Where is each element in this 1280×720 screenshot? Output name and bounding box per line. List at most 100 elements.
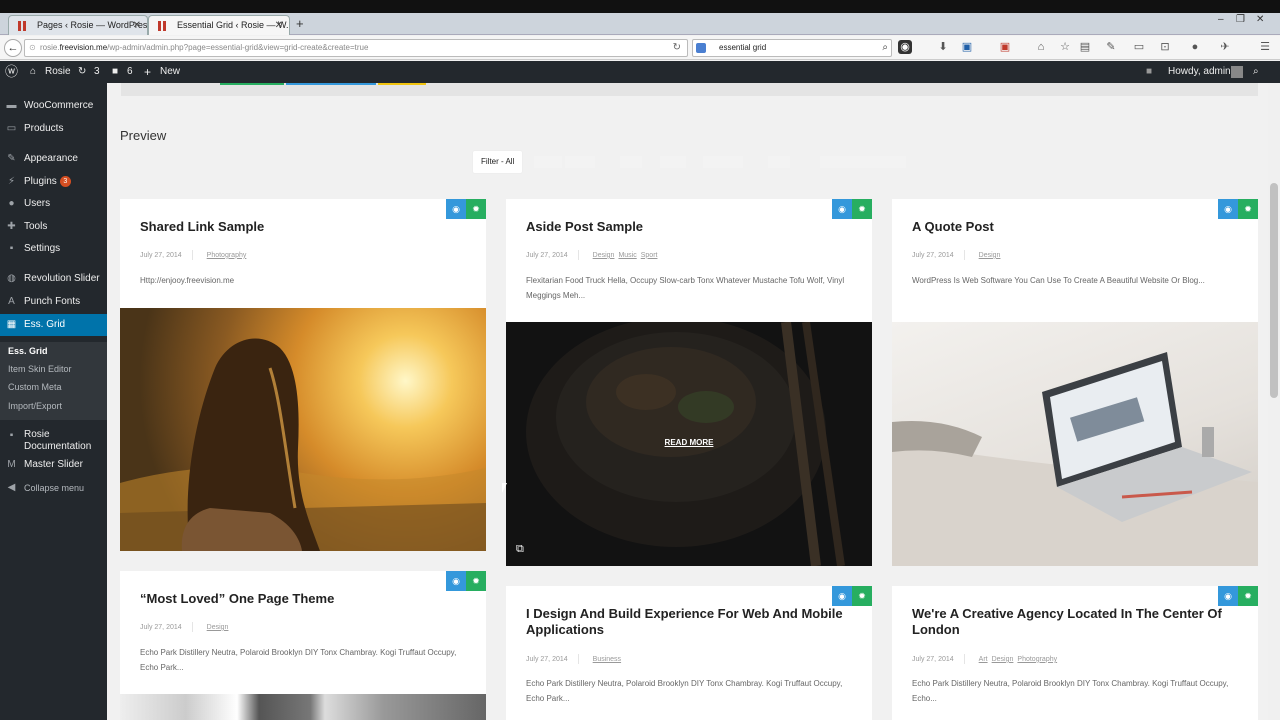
submenu-ess-grid[interactable]: Ess. Grid [8,346,48,356]
card-category[interactable]: Design [207,624,229,631]
card-category[interactable]: Business [593,656,621,663]
search-value: essential grid [719,43,767,52]
close-tab-icon[interactable]: ✕ [133,16,141,35]
scrollbar-thumb[interactable] [1270,183,1278,398]
address-bar[interactable]: ⊙ rosie.freevision.me/wp-admin/admin.php… [24,39,688,57]
card-title[interactable]: “Most Loved” One Page Theme [140,591,460,607]
card-category[interactable]: Photography [207,252,247,259]
close-tab-icon[interactable]: ✕ [275,16,283,35]
page-scrollbar[interactable] [1268,83,1280,720]
sidebar-item-ess-grid[interactable]: ▦ Ess. Grid [0,314,107,336]
notification-icon[interactable]: ■ [1146,61,1152,83]
search-icon[interactable]: ⌕ [1253,61,1259,83]
share-icon[interactable]: ✈ [1218,40,1232,54]
comments-icon[interactable]: ■ [112,61,118,83]
plus-icon[interactable]: + [144,61,151,83]
browser-search-input[interactable]: essential grid ⌕ [692,39,892,57]
clipboard-icon[interactable]: ▤ [1078,40,1092,54]
card-title[interactable]: Shared Link Sample [140,219,460,235]
read-more-link[interactable]: READ MORE [506,438,872,447]
gear-icon[interactable]: ✹ [1238,586,1258,606]
restore-icon[interactable]: ❐ [1236,14,1245,25]
howdy-user[interactable]: Howdy, admin [1168,61,1231,83]
card-title[interactable]: I Design And Build Experience For Web An… [526,606,866,638]
collapse-menu-button[interactable]: ◀ Collapse menu [0,477,107,499]
grid-item-card[interactable]: We're A Creative Agency Located In The C… [892,586,1258,720]
site-name[interactable]: Rosie [45,61,71,83]
submenu-import-export[interactable]: Import/Export [8,401,62,411]
browser-tab-essential-grid[interactable]: Essential Grid ‹ Rosie — W... ✕ [148,15,290,35]
screenshot-icon[interactable]: ⊡ [1158,40,1172,54]
download-icon[interactable]: ⬇ [936,40,950,54]
new-content-link[interactable]: New [160,61,180,83]
card-title[interactable]: A Quote Post [912,219,1232,235]
new-tab-icon[interactable]: + [296,16,304,31]
card-category[interactable]: Design [979,252,1001,259]
card-category[interactable]: Sport [641,252,658,259]
tools-icon[interactable]: ✎ [1104,40,1118,54]
eye-icon[interactable]: ◉ [1218,586,1238,606]
external-link-icon[interactable]: ⧉ [516,543,524,556]
sidebar-item-punch-fonts[interactable]: A Punch Fonts [0,291,107,313]
card-image-theme[interactable] [120,694,486,720]
back-arrow-icon[interactable]: ← [4,39,22,57]
menu-icon[interactable]: ☰ [1258,40,1272,54]
updates-icon[interactable]: ↻ [78,61,86,83]
sidebar-item-tools[interactable]: ✚ Tools [0,216,107,238]
save-icon[interactable]: ▣ [960,40,974,54]
home-icon[interactable]: ⌂ [1034,40,1048,54]
bookmark-star-icon[interactable]: ☆ [1058,40,1072,54]
filter-all-button[interactable]: Filter - All [473,151,523,173]
window-icon[interactable]: ▭ [1132,40,1146,54]
card-category[interactable]: Design [593,252,615,259]
browser-tab-pages[interactable]: Pages ‹ Rosie — WordPress ✕ [8,15,148,35]
sidebar-item-woocommerce[interactable]: ▬ WooCommerce [0,95,107,117]
wordpress-logo-icon[interactable]: ⓦ [5,61,18,83]
eye-icon[interactable]: ◉ [446,199,466,219]
sidebar-item-settings[interactable]: ▪ Settings [0,238,107,260]
avatar[interactable] [1231,66,1243,78]
grid-item-card[interactable]: I Design And Build Experience For Web An… [506,586,872,720]
updates-count[interactable]: 3 [94,61,100,83]
eye-icon[interactable]: ◉ [446,571,466,591]
sidebar-item-appearance[interactable]: ✎ Appearance [0,148,107,170]
site-home-icon[interactable]: ⌂ [30,61,36,83]
sidebar-item-users[interactable]: ● Users [0,193,107,215]
extension-icon[interactable]: ● [1188,40,1202,54]
eye-icon[interactable]: ◉ [832,586,852,606]
eye-icon[interactable]: ◉ [832,199,852,219]
reload-icon[interactable]: ↻ [673,40,681,56]
card-image-girl-in-field[interactable] [120,308,486,551]
gear-icon[interactable]: ✹ [852,199,872,219]
sidebar-item-master-slider[interactable]: M Master Slider [0,454,107,476]
gear-icon[interactable]: ✹ [466,571,486,591]
card-title[interactable]: We're A Creative Agency Located In The C… [912,606,1252,638]
sidebar-item-rosie-documentation[interactable]: ▪ Rosie Documentation [0,426,107,456]
gear-icon[interactable]: ✹ [1238,199,1258,219]
grid-item-card[interactable]: “Most Loved” One Page Theme July 27, 201… [120,571,486,720]
eye-icon[interactable]: ◉ [1218,199,1238,219]
close-window-icon[interactable]: ✕ [1256,14,1264,25]
card-category[interactable]: Design [992,656,1014,663]
grid-item-card[interactable]: Aside Post Sample July 27, 2014 Design Mus… [506,199,872,566]
minimize-icon[interactable]: ‒ [1218,14,1224,25]
sidebar-item-products[interactable]: ▭ Products [0,118,107,140]
grid-item-card[interactable]: Shared Link Sample July 27, 2014 Photogra… [120,199,486,551]
submenu-custom-meta[interactable]: Custom Meta [8,382,62,392]
gear-icon[interactable]: ✹ [852,586,872,606]
comments-count[interactable]: 6 [127,61,133,83]
card-image-laptop-desk[interactable] [892,322,1258,566]
search-icon[interactable]: ⌕ [882,40,888,56]
addon-icon[interactable]: ▣ [998,40,1012,54]
card-category[interactable]: Photography [1017,656,1057,663]
grid-item-card[interactable]: A Quote Post July 27, 2014 Design WordPre… [892,199,1258,566]
reader-icon[interactable]: ◉ [898,40,912,54]
gear-icon[interactable]: ✹ [466,199,486,219]
card-title[interactable]: Aside Post Sample [526,219,846,235]
card-category[interactable]: Art [979,656,988,663]
card-category[interactable]: Music [618,252,636,259]
sidebar-item-plugins[interactable]: ⚡ Plugins 3 [0,171,107,193]
submenu-item-skin-editor[interactable]: Item Skin Editor [8,364,72,374]
sidebar-item-revolution-slider[interactable]: ◍ Revolution Slider [0,268,107,290]
card-image-noodle-bowl[interactable]: READ MORE ⧉ [506,322,872,566]
